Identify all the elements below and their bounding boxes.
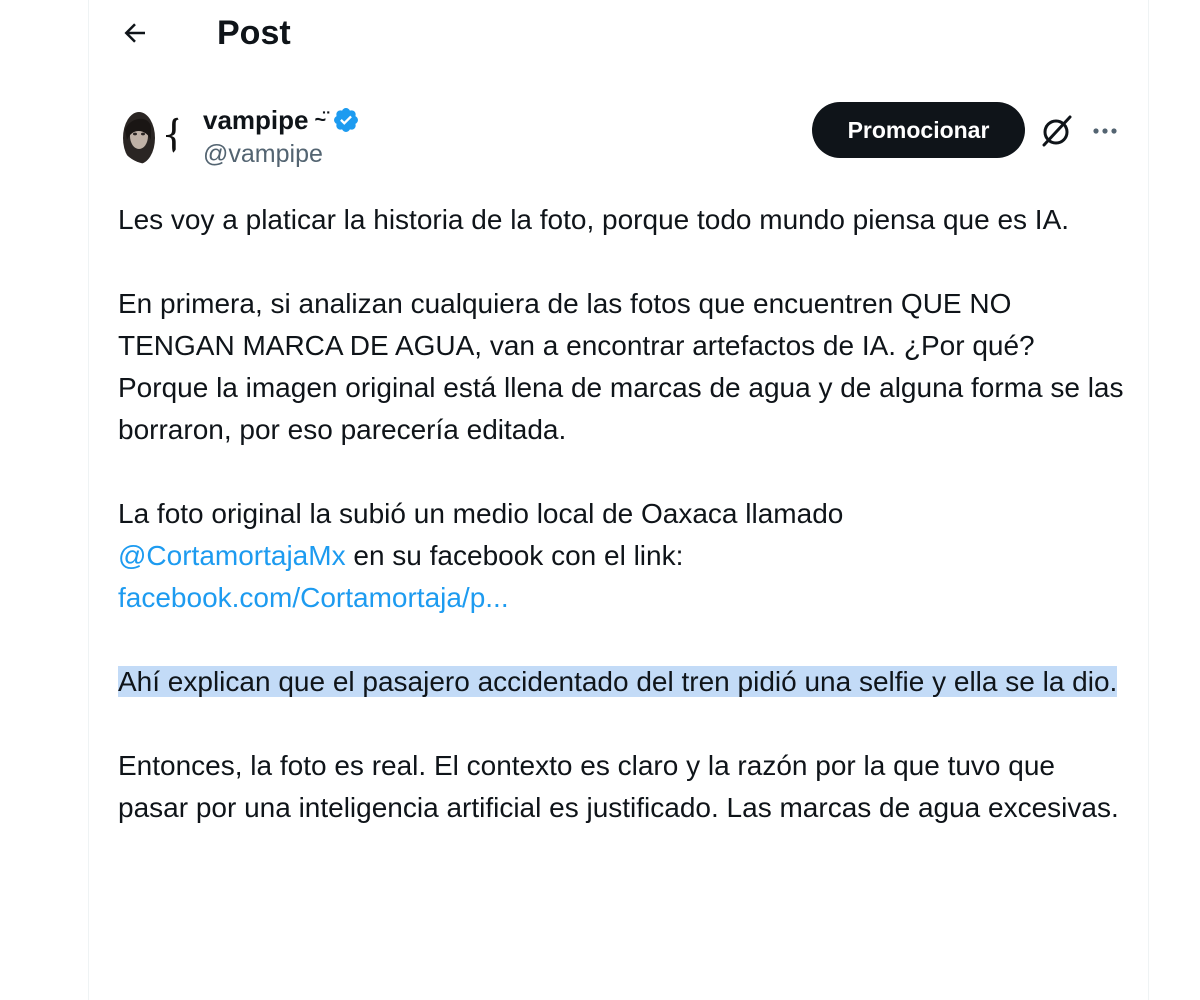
arrow-left-icon — [124, 23, 145, 43]
facebook-link[interactable]: facebook.com/Cortamortaja/p... — [118, 582, 509, 613]
author-name-row: vampipe ~̈ — [203, 103, 360, 137]
author-name-suffix: ~̈ — [314, 108, 327, 131]
avatar[interactable]: { — [117, 100, 181, 164]
page-title: Post — [217, 14, 291, 52]
grok-icon — [1042, 115, 1072, 147]
back-button[interactable] — [112, 10, 158, 56]
column-border-right — [1148, 0, 1149, 1000]
svg-text:{: { — [161, 112, 181, 158]
post-paragraph: Les voy a platicar la historia de la fot… — [118, 204, 1070, 235]
highlighted-text: Ahí explican que el pasajero accidentado… — [118, 666, 1118, 697]
verified-badge-icon[interactable] — [332, 106, 360, 134]
grok-button[interactable] — [1036, 110, 1078, 152]
mention-link[interactable]: @CortamortajaMx — [118, 540, 346, 571]
promote-button[interactable]: Promocionar — [812, 102, 1025, 158]
author-handle[interactable]: @vampipe — [203, 139, 323, 169]
author-display-name[interactable]: vampipe — [203, 105, 309, 136]
post-text-segment: en su facebook con el link: — [345, 540, 684, 571]
avatar-image: { — [117, 100, 181, 164]
post-body: Les voy a platicar la historia de la fot… — [118, 199, 1128, 829]
column-border-left — [88, 0, 89, 1000]
post-paragraph: Entonces, la foto es real. El contexto e… — [118, 750, 1119, 823]
more-horizontal-icon — [1093, 128, 1117, 134]
post-paragraph: Ahí explican que el pasajero accidentado… — [118, 661, 1128, 703]
more-options-button[interactable] — [1084, 110, 1126, 152]
post-paragraph-with-links: La foto original la subió un medio local… — [118, 493, 1128, 619]
post-text-segment: La foto original la subió un medio local… — [118, 498, 844, 529]
post-paragraph: En primera, si analizan cualquiera de la… — [118, 288, 1124, 445]
